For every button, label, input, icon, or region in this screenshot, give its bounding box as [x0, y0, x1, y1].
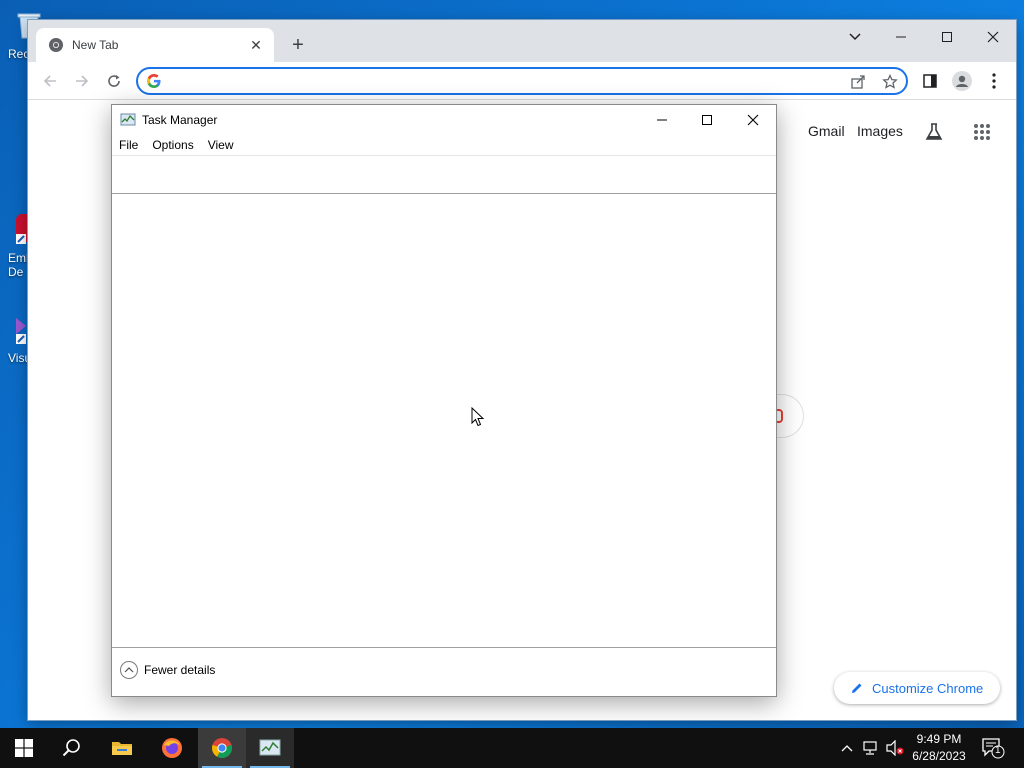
chevron-down-icon [849, 33, 861, 41]
task-manager-icon [120, 113, 136, 126]
footer-divider [112, 647, 776, 648]
kebab-menu-icon [992, 73, 996, 89]
back-button[interactable] [36, 67, 64, 95]
action-center-button[interactable]: 1 [980, 736, 1006, 760]
minimize-icon [657, 119, 667, 121]
chrome-menu-button[interactable] [980, 67, 1008, 95]
labs-button[interactable] [922, 120, 946, 144]
clock-date: 6/28/2023 [912, 749, 966, 763]
share-icon [851, 75, 865, 89]
menu-view[interactable]: View [201, 135, 241, 155]
chrome-icon [49, 38, 63, 52]
tab-new-tab[interactable]: New Tab ✕ [36, 28, 274, 62]
tab-search-button[interactable] [832, 22, 878, 52]
start-button[interactable] [0, 728, 48, 768]
tabs-divider [112, 193, 776, 194]
menubar-divider [112, 155, 776, 156]
fewer-details-button[interactable]: Fewer details [120, 661, 215, 679]
minimize-button[interactable] [878, 22, 924, 52]
close-tab-icon[interactable]: ✕ [248, 37, 264, 53]
fewer-details-label: Fewer details [144, 663, 216, 677]
tm-maximize-button[interactable] [684, 105, 730, 135]
firefox-button[interactable] [148, 728, 196, 768]
task-manager-taskbar-button[interactable] [246, 728, 294, 768]
close-window-button[interactable] [970, 22, 1016, 52]
bookmark-button[interactable] [880, 72, 900, 92]
side-panel-button[interactable] [916, 67, 944, 95]
task-manager-title: Task Manager [142, 113, 218, 127]
flask-icon [925, 123, 943, 140]
side-panel-icon [923, 74, 937, 88]
tab-strip: New Tab ✕ + [28, 20, 1016, 62]
apps-grid-icon [974, 124, 990, 140]
browser-toolbar [28, 62, 1016, 100]
maximize-icon [942, 32, 952, 42]
reload-button[interactable] [100, 67, 128, 95]
task-manager-icon [259, 739, 281, 756]
minimize-icon [896, 36, 906, 38]
customize-chrome-button[interactable]: Customize Chrome [834, 672, 1000, 704]
file-explorer-button[interactable] [98, 728, 146, 768]
new-tab-button[interactable]: + [286, 34, 310, 58]
task-manager-menubar: File Options View [112, 135, 241, 155]
back-arrow-icon [43, 75, 56, 87]
clock-time: 9:49 PM [916, 732, 962, 746]
reload-icon [108, 75, 120, 87]
volume-button[interactable] [885, 738, 905, 758]
notification-icon [982, 738, 1005, 759]
volume-muted-icon [886, 740, 904, 756]
menu-options[interactable]: Options [145, 135, 200, 155]
search-icon [62, 739, 80, 757]
tab-title: New Tab [72, 38, 119, 52]
maximize-button[interactable] [924, 22, 970, 52]
network-button[interactable] [861, 738, 881, 758]
taskbar: 9:49 PM 6/28/2023 1 [0, 728, 1024, 768]
gmail-link[interactable]: Gmail [808, 123, 845, 139]
tm-close-button[interactable] [730, 105, 776, 135]
star-icon [882, 74, 898, 89]
address-input[interactable] [170, 71, 830, 91]
notification-count: 1 [995, 745, 1001, 756]
forward-button[interactable] [68, 67, 96, 95]
share-button[interactable] [848, 72, 868, 92]
chrome-taskbar-button[interactable] [198, 728, 246, 768]
maximize-icon [702, 115, 712, 125]
chevron-up-icon [841, 745, 853, 752]
close-icon [747, 114, 759, 126]
folder-icon [112, 742, 132, 755]
google-g-icon [147, 74, 161, 88]
menu-file[interactable]: File [112, 135, 145, 155]
google-apps-button[interactable] [970, 120, 994, 144]
pencil-icon [852, 683, 862, 693]
images-link[interactable]: Images [857, 123, 903, 139]
customize-chrome-label: Customize Chrome [872, 680, 984, 696]
windows-logo-icon [15, 739, 33, 757]
firefox-icon [162, 738, 182, 758]
tm-minimize-button[interactable] [639, 105, 685, 135]
profile-icon [952, 71, 972, 91]
task-manager-window: Task Manager File Options View Fewer det… [111, 104, 777, 697]
network-icon [863, 741, 877, 755]
clock[interactable]: 9:49 PM 6/28/2023 [904, 731, 974, 765]
forward-arrow-icon [76, 75, 89, 87]
close-icon [987, 31, 999, 43]
address-bar[interactable] [136, 67, 908, 95]
show-hidden-icons-button[interactable] [837, 738, 857, 758]
ntp-search-box[interactable] [774, 394, 804, 438]
search-button[interactable] [48, 728, 96, 768]
mouse-cursor-icon [471, 407, 485, 427]
chevron-up-icon [120, 661, 138, 679]
profile-button[interactable] [948, 67, 976, 95]
chrome-icon [212, 738, 232, 758]
